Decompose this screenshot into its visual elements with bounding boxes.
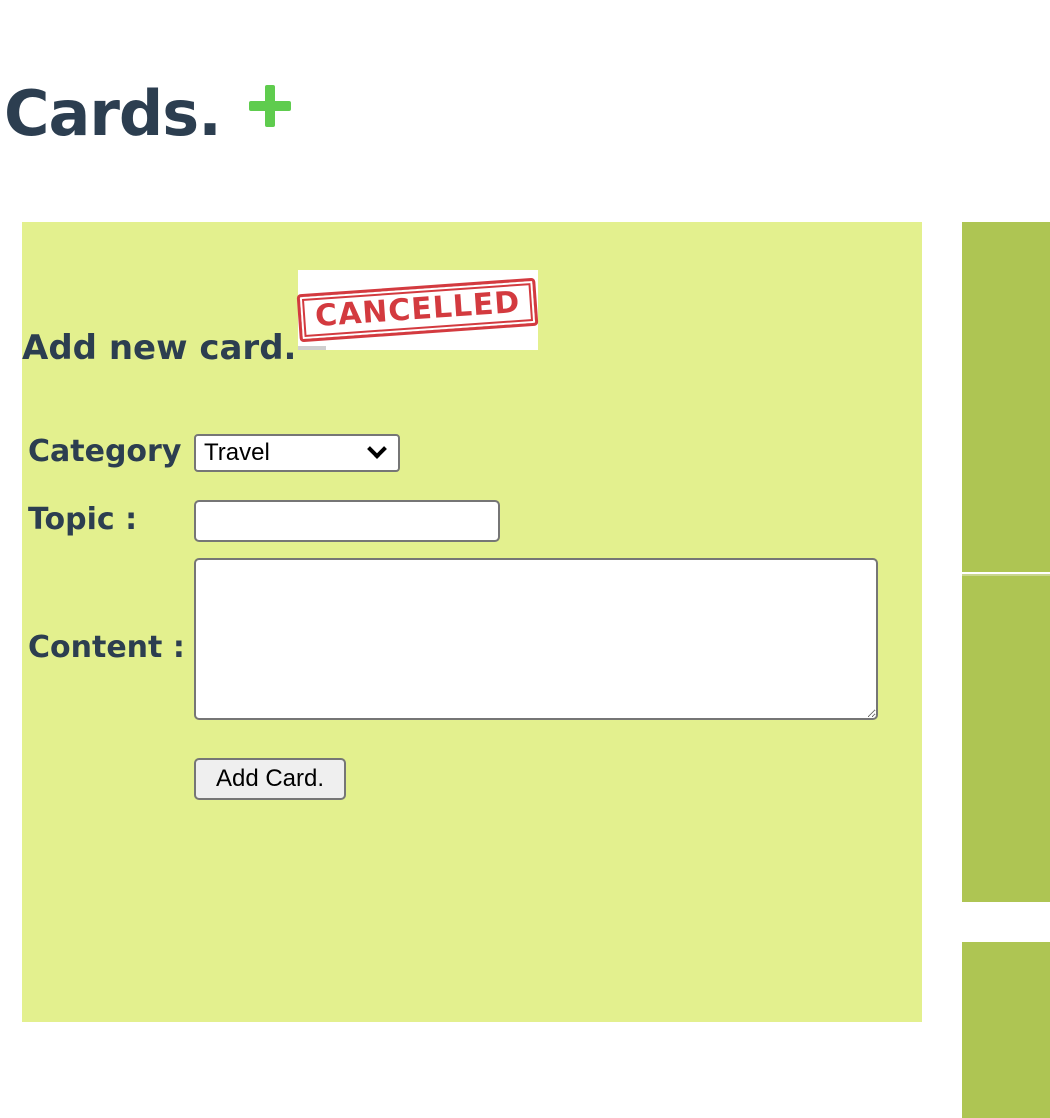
category-select[interactable]: Travel xyxy=(194,434,400,472)
content-label: Content : xyxy=(28,630,185,665)
category-label: Category : xyxy=(28,434,204,469)
stamp-underline xyxy=(298,346,326,350)
page-title: Cards. xyxy=(4,77,222,150)
content-textarea[interactable] xyxy=(194,558,878,720)
chevron-down-icon xyxy=(367,439,387,459)
topic-label: Topic : xyxy=(28,502,138,537)
topic-input[interactable] xyxy=(194,500,500,542)
add-card-title: Add new card. xyxy=(22,328,297,368)
add-card-panel: CANCELLED Add new card. Category : Trave… xyxy=(22,222,922,1022)
stamp-frame: CANCELLED xyxy=(296,277,540,343)
category-selected-value: Travel xyxy=(204,439,270,466)
cancelled-stamp-image: CANCELLED xyxy=(296,270,540,350)
side-card[interactable] xyxy=(962,574,1050,902)
side-card[interactable] xyxy=(962,942,1050,1118)
side-card[interactable] xyxy=(962,222,1050,572)
plus-icon[interactable] xyxy=(248,85,291,127)
stamp-text: CANCELLED xyxy=(314,284,522,335)
page-header: Cards. xyxy=(4,74,291,154)
cards-page: Cards. CANCELLED Add new card. Category … xyxy=(0,0,1050,1118)
add-card-button[interactable]: Add Card. xyxy=(194,758,346,800)
